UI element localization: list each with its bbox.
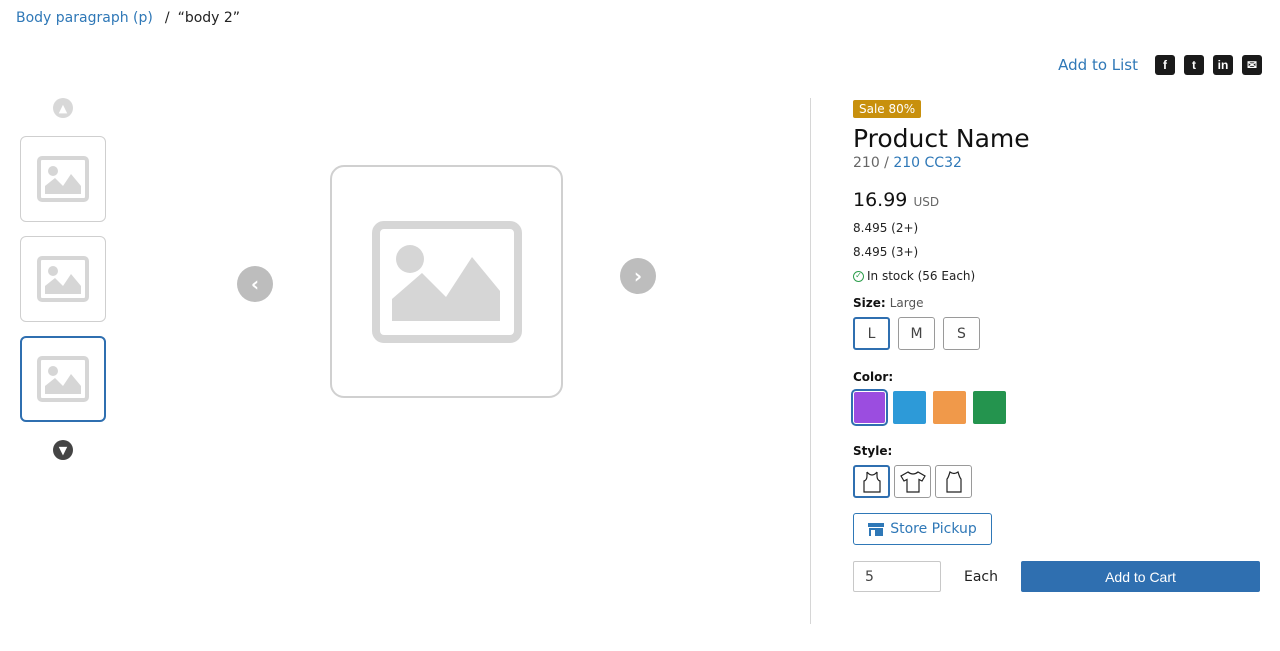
twitter-icon[interactable]: t [1184, 55, 1204, 75]
product-sku: 210 / 210 CC32 [853, 155, 1260, 171]
store-pickup-label: Store Pickup [890, 521, 977, 537]
size-label: Size: Large [853, 296, 1260, 310]
color-swatch-green[interactable] [973, 391, 1006, 424]
image-placeholder-icon [37, 256, 89, 302]
size-options: L M S [853, 317, 1260, 350]
sleeveless-icon [945, 470, 962, 493]
breadcrumb-current: “body 2” [177, 10, 241, 26]
style-label: Style: [853, 444, 893, 458]
add-to-list-link[interactable]: Add to List [1058, 56, 1138, 74]
stock-text: In stock (56 Each) [867, 269, 976, 283]
thumbnail-1[interactable] [20, 136, 106, 222]
facebook-icon[interactable]: f [1155, 55, 1175, 75]
stock-status: ✓ In stock (56 Each) [853, 269, 1260, 283]
style-options [853, 465, 1260, 498]
product-price: 16.99 USD [853, 189, 1260, 211]
column-divider [810, 98, 811, 624]
product-info-panel: Sale 80% Product Name 210 / 210 CC32 16.… [851, 98, 1260, 592]
add-to-cart-button[interactable]: Add to Cart [1021, 561, 1260, 592]
size-option-l[interactable]: L [853, 317, 890, 350]
store-icon [868, 522, 885, 536]
tank-top-icon [862, 471, 881, 493]
style-option-t-shirt[interactable] [894, 465, 931, 498]
size-selected-value: Large [889, 296, 924, 310]
style-option-tank-top[interactable] [853, 465, 890, 498]
image-placeholder-icon [371, 220, 522, 343]
size-option-group: Size: Large L M S [853, 296, 1260, 350]
add-to-cart-row: Each Add to Cart [853, 561, 1260, 592]
size-option-m[interactable]: M [898, 317, 935, 350]
color-options [851, 389, 1260, 426]
color-swatch-purple[interactable] [851, 389, 888, 426]
thumbnail-2[interactable] [20, 236, 106, 322]
size-option-s[interactable]: S [943, 317, 980, 350]
image-placeholder-icon [37, 156, 89, 202]
unit-of-measure: Each [964, 568, 998, 585]
breadcrumb: Body paragraph (p) / “body 2” [16, 10, 240, 26]
tier-price-1: 8.495 (2+) [853, 221, 919, 235]
t-shirt-icon [899, 470, 926, 493]
style-option-sleeveless[interactable] [935, 465, 972, 498]
image-placeholder-icon [37, 356, 89, 402]
check-circle-icon: ✓ [853, 270, 864, 282]
previous-image-arrow-icon[interactable]: ‹ [237, 266, 273, 302]
share-bar: Add to List f t in ✉ [1058, 55, 1262, 75]
size-label-text: Size: [853, 296, 886, 310]
thumbnail-up-arrow-icon[interactable]: ▲ [53, 98, 73, 118]
sku-prefix: 210 / [853, 155, 894, 171]
email-icon[interactable]: ✉ [1242, 55, 1262, 75]
sku-link[interactable]: 210 CC32 [893, 155, 962, 171]
color-label: Color: [853, 370, 894, 384]
style-option-group: Style: [853, 444, 1260, 498]
next-image-arrow-icon[interactable]: › [620, 258, 656, 294]
sale-badge: Sale 80% [853, 100, 922, 118]
thumbnail-strip: ▲ ▼ [20, 98, 106, 460]
color-option-group: Color: [851, 370, 1260, 426]
store-pickup-button[interactable]: Store Pickup [853, 513, 992, 545]
linkedin-icon[interactable]: in [1213, 55, 1233, 75]
breadcrumb-separator: / [164, 10, 170, 26]
price-value: 16.99 [853, 189, 908, 211]
tier-price-2: 8.495 (3+) [853, 245, 919, 259]
thumbnail-3[interactable] [20, 336, 106, 422]
product-title: Product Name [853, 124, 1030, 153]
quantity-input[interactable] [853, 561, 941, 592]
main-product-image [330, 165, 563, 398]
price-currency: USD [913, 195, 940, 209]
breadcrumb-link[interactable]: Body paragraph (p) [16, 10, 153, 26]
thumbnail-down-arrow-icon[interactable]: ▼ [53, 440, 73, 460]
color-swatch-blue[interactable] [893, 391, 926, 424]
color-swatch-orange[interactable] [933, 391, 966, 424]
